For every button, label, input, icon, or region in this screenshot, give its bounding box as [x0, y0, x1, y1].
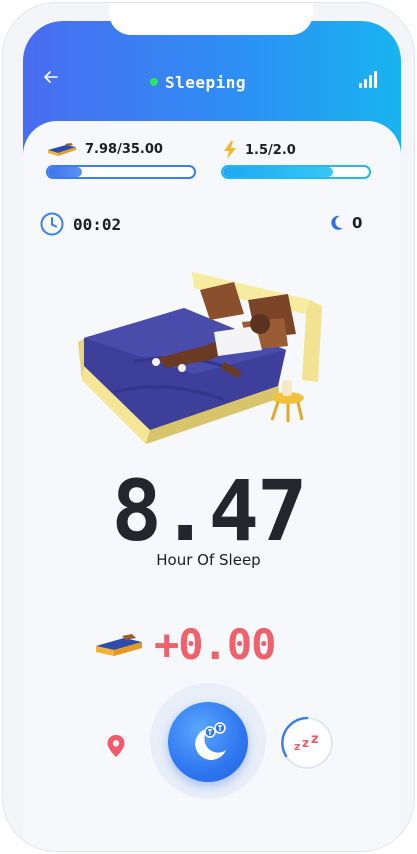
earnings-row: +0.00 — [94, 620, 276, 669]
title-group: Sleeping — [150, 72, 246, 92]
zzz-icon: z z z — [281, 716, 333, 769]
power-value: 1.5/2.0 — [245, 142, 296, 158]
svg-text:z: z — [311, 732, 319, 747]
bed-token-icon — [96, 633, 142, 656]
moon-count-value: 0 — [352, 214, 363, 232]
location-pin-icon[interactable] — [106, 734, 126, 762]
page-title: Sleeping — [165, 72, 247, 92]
timer-value: 00:02 — [73, 214, 122, 234]
moon-counter: 0 — [330, 214, 362, 232]
lightning-icon — [224, 141, 236, 159]
energy-stat: 7.98/35.00 — [46, 141, 163, 157]
sleep-hours-value: 8.47 — [111, 462, 307, 560]
energy-value: 7.98/35.00 — [85, 141, 163, 157]
bed-icon — [48, 143, 76, 156]
sleeping-bed-illustration — [78, 272, 322, 444]
power-progress-bar — [221, 165, 371, 179]
svg-text:z: z — [302, 736, 309, 750]
notch — [109, 3, 313, 35]
moon-icon — [331, 215, 343, 230]
signal-bars-icon — [359, 70, 377, 88]
energy-progress-fill — [48, 167, 82, 177]
sleep-timer: 00:02 — [40, 212, 121, 236]
snooze-timer-button[interactable]: z z z — [280, 716, 334, 770]
earnings-value: +0.00 — [154, 620, 276, 669]
moon-coin-icon — [195, 722, 226, 760]
energy-progress-bar — [46, 165, 196, 179]
svg-text:z: z — [294, 740, 300, 753]
power-progress-fill — [223, 167, 333, 177]
status-dot — [150, 78, 158, 86]
wake-up-button[interactable] — [168, 702, 248, 782]
back-arrow-icon[interactable] — [44, 66, 66, 88]
sleep-hours-label: Hour Of Sleep — [156, 551, 261, 569]
clock-icon — [40, 212, 64, 236]
power-stat: 1.5/2.0 — [222, 141, 296, 159]
